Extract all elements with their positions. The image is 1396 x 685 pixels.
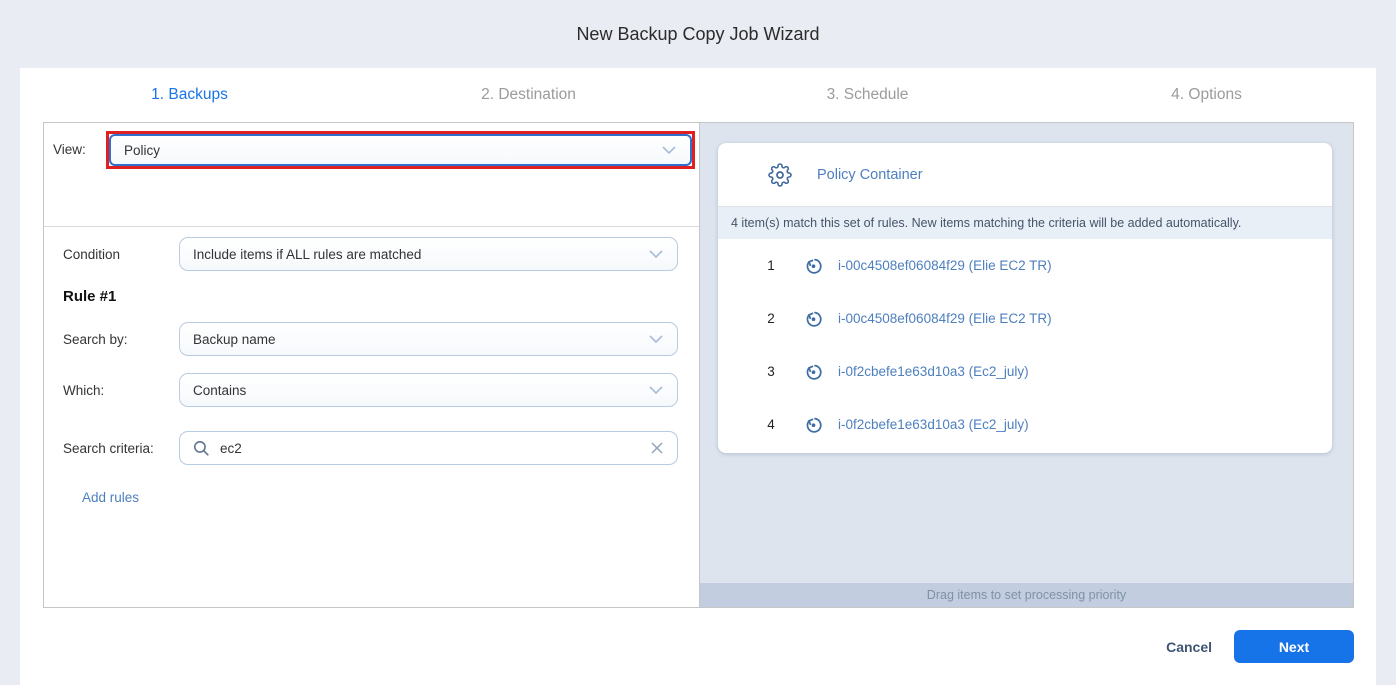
item-priority: 1 (764, 258, 778, 273)
search-criteria-label: Search criteria: (63, 441, 179, 456)
tab-backups[interactable]: 1. Backups (20, 86, 359, 104)
matched-items-list: 1 i-00c4508ef06084f29 (Elie EC2 TR) 2 (718, 239, 1332, 453)
which-label: Which: (63, 383, 179, 398)
item-priority: 2 (764, 311, 778, 326)
list-item[interactable]: 4 i-0f2cbefe1e63d10a3 (Ec2_july) (718, 398, 1332, 451)
policy-preview-panel: Policy Container 4 item(s) match this se… (700, 123, 1353, 607)
drag-priority-hint: Drag items to set processing priority (700, 583, 1353, 607)
view-section: View: Policy (44, 123, 699, 227)
chevron-down-icon (648, 334, 664, 344)
item-name: i-00c4508ef06084f29 (Elie EC2 TR) (838, 311, 1052, 326)
view-dropdown-value: Policy (124, 143, 661, 158)
item-priority: 4 (764, 417, 778, 432)
tab-destination[interactable]: 2. Destination (359, 86, 698, 104)
list-item[interactable]: 2 i-00c4508ef06084f29 (Elie EC2 TR) (718, 292, 1332, 345)
chevron-down-icon (648, 385, 664, 395)
condition-row: Condition Include items if ALL rules are… (63, 237, 678, 271)
search-by-dropdown[interactable]: Backup name (179, 322, 678, 356)
search-criteria-row: Search criteria: (63, 431, 678, 465)
tab-schedule[interactable]: 3. Schedule (698, 86, 1037, 104)
wizard-title-bar: New Backup Copy Job Wizard (0, 0, 1396, 68)
rule-form: Condition Include items if ALL rules are… (44, 227, 699, 505)
match-info-bar: 4 item(s) match this set of rules. New i… (718, 207, 1332, 239)
backup-icon (803, 414, 824, 435)
backup-icon (803, 308, 824, 329)
policy-container-card: Policy Container 4 item(s) match this se… (718, 143, 1332, 453)
search-criteria-box (179, 431, 678, 465)
view-dropdown-highlight: Policy (106, 131, 695, 169)
backup-icon (803, 361, 824, 382)
search-by-label: Search by: (63, 332, 179, 347)
rule-title: Rule #1 (63, 288, 678, 305)
item-name: i-0f2cbefe1e63d10a3 (Ec2_july) (838, 364, 1029, 379)
search-criteria-input[interactable] (220, 441, 649, 456)
condition-dropdown[interactable]: Include items if ALL rules are matched (179, 237, 678, 271)
tab-options[interactable]: 4. Options (1037, 86, 1376, 104)
policy-container-header: Policy Container (718, 143, 1332, 207)
condition-label: Condition (63, 247, 179, 262)
which-row: Which: Contains (63, 373, 678, 407)
next-button[interactable]: Next (1234, 630, 1354, 663)
step-content: View: Policy Condition Include items if … (43, 122, 1354, 608)
policy-container-title: Policy Container (817, 167, 923, 183)
list-item[interactable]: 1 i-00c4508ef06084f29 (Elie EC2 TR) (718, 239, 1332, 292)
which-dropdown-value: Contains (193, 383, 648, 398)
search-icon (192, 439, 211, 458)
clear-icon[interactable] (649, 440, 665, 456)
wizard-steps: 1. Backups 2. Destination 3. Schedule 4.… (20, 68, 1376, 122)
search-by-row: Search by: Backup name (63, 322, 678, 356)
item-name: i-00c4508ef06084f29 (Elie EC2 TR) (838, 258, 1052, 273)
chevron-down-icon (661, 145, 677, 155)
search-by-dropdown-value: Backup name (193, 332, 648, 347)
rules-panel: View: Policy Condition Include items if … (44, 123, 700, 607)
wizard-card: 1. Backups 2. Destination 3. Schedule 4.… (20, 68, 1376, 685)
which-dropdown[interactable]: Contains (179, 373, 678, 407)
gear-icon (768, 163, 792, 187)
add-rules-link[interactable]: Add rules (82, 490, 139, 505)
page-title: New Backup Copy Job Wizard (576, 24, 819, 45)
list-item[interactable]: 3 i-0f2cbefe1e63d10a3 (Ec2_july) (718, 345, 1332, 398)
item-name: i-0f2cbefe1e63d10a3 (Ec2_july) (838, 417, 1029, 432)
view-dropdown[interactable]: Policy (109, 134, 692, 166)
condition-dropdown-value: Include items if ALL rules are matched (193, 247, 648, 262)
cancel-button[interactable]: Cancel (1166, 639, 1212, 655)
action-bar: Cancel Next (20, 608, 1376, 685)
view-label: View: (53, 131, 106, 226)
backup-icon (803, 255, 824, 276)
chevron-down-icon (648, 249, 664, 259)
item-priority: 3 (764, 364, 778, 379)
